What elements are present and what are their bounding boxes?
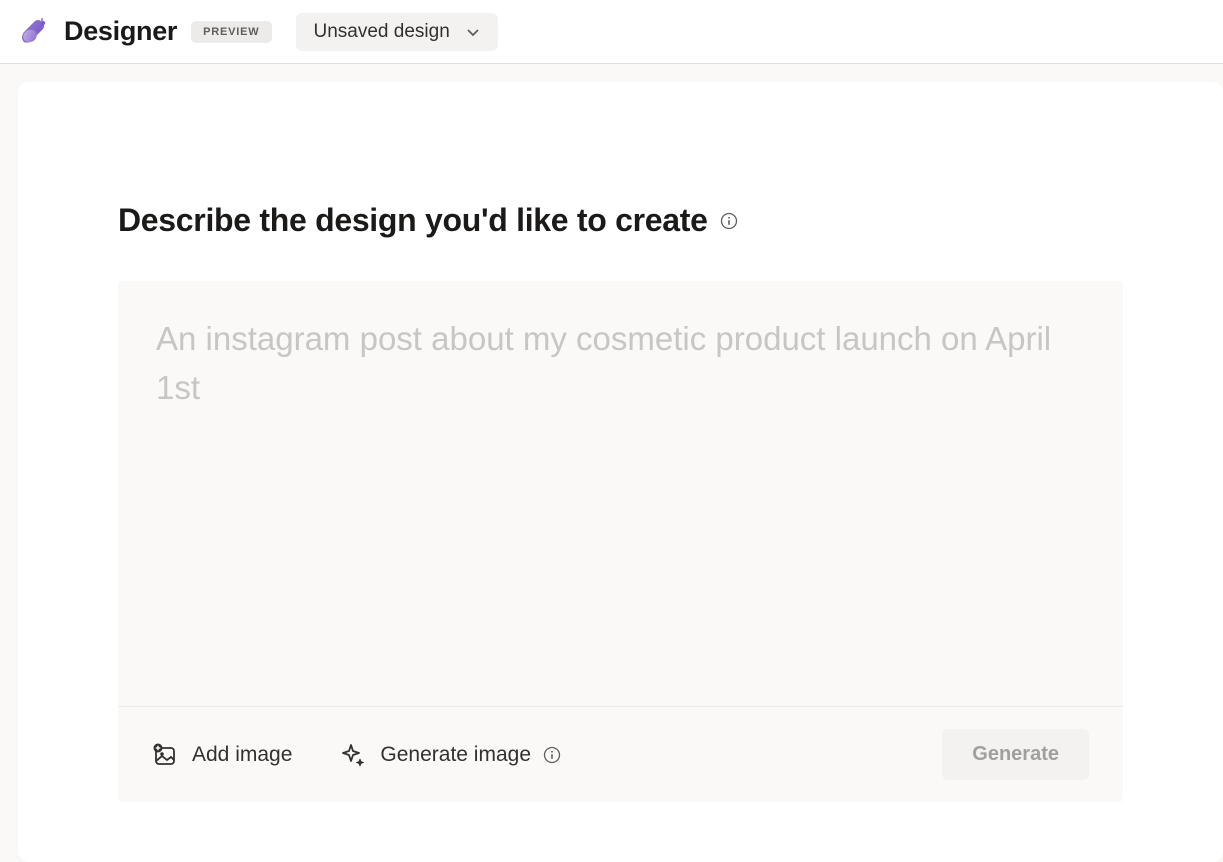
design-name-dropdown[interactable]: Unsaved design [296,13,498,51]
sparkle-icon [340,742,366,768]
prompt-area: Add image Generate image [118,281,1123,802]
app-header: Designer PREVIEW Unsaved design [0,0,1223,64]
info-icon[interactable] [720,212,738,230]
app-title: Designer [64,16,177,47]
prompt-toolbar: Add image Generate image [118,706,1123,802]
add-image-label: Add image [192,743,292,767]
main-area: Describe the design you'd like to create [0,64,1223,862]
add-image-icon [152,742,178,768]
prompt-input[interactable] [118,281,1123,701]
add-image-button[interactable]: Add image [152,742,292,768]
generate-image-button[interactable]: Generate image [340,742,561,768]
design-name-label: Unsaved design [314,21,450,43]
info-icon[interactable] [543,746,561,764]
chevron-down-icon [466,25,480,39]
section-heading-text: Describe the design you'd like to create [118,202,708,239]
designer-logo-icon [16,14,52,50]
generate-image-label: Generate image [380,743,531,767]
preview-badge: PREVIEW [191,21,271,43]
logo-wrap: Designer [16,14,177,50]
section-heading: Describe the design you'd like to create [118,202,1123,239]
prompt-card: Describe the design you'd like to create [18,82,1223,862]
generate-button[interactable]: Generate [942,729,1089,780]
